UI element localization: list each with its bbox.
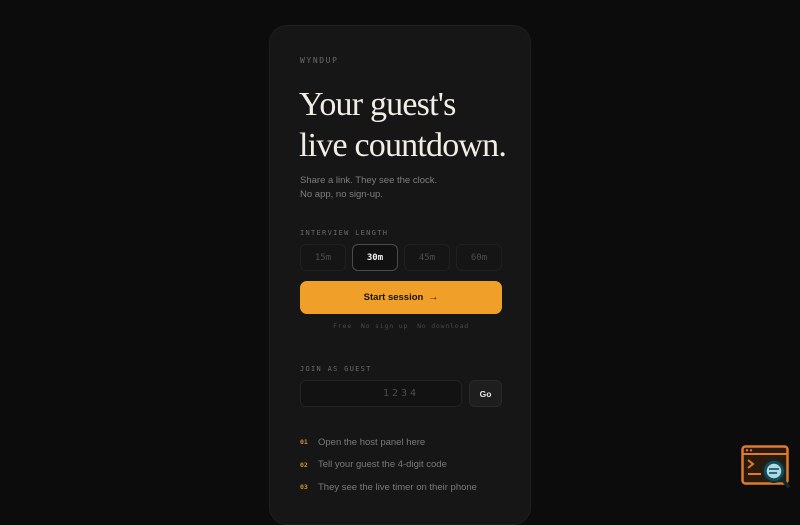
session-card: WYNDUP Your guest's live countdown. Shar… (269, 25, 531, 525)
step-text: Open the host panel here (318, 436, 426, 448)
terminal-search-icon[interactable] (741, 445, 791, 489)
perk-no-sign-up: No sign up (360, 322, 409, 330)
step-item: 02 Tell your guest the 4-digit code (300, 454, 502, 477)
perk-no-download: No download (417, 322, 469, 330)
title-line-2: live countdown. (299, 127, 507, 164)
step-text: Tell your guest the 4-digit code (318, 459, 447, 471)
length-option-45m[interactable]: 45m (404, 244, 450, 271)
interview-length-selector: 15m 30m 45m 60m (300, 244, 502, 272)
step-text: They see the live timer on their phone (318, 481, 477, 493)
page-title: Your guest's live countdown. (299, 84, 507, 166)
interview-length-label: INTERVIEW LENGTH (300, 229, 389, 237)
subtitle-line-2: No app, no sign-up. (300, 188, 383, 200)
length-option-30m[interactable]: 30m (352, 244, 398, 271)
length-option-15m[interactable]: 15m (300, 244, 346, 271)
subtitle: Share a link. They see the clock. No app… (300, 174, 437, 201)
step-number: 02 (300, 460, 308, 469)
guest-code-input[interactable] (300, 380, 462, 407)
go-button[interactable]: Go (469, 380, 502, 407)
title-line-1: Your guest's (299, 86, 456, 123)
step-number: 03 (300, 483, 308, 492)
join-as-guest-label: JOIN AS GUEST (300, 365, 372, 373)
step-item: 01 Open the host panel here (300, 431, 502, 454)
step-item: 03 They see the live timer on their phon… (300, 476, 502, 499)
start-session-label: Start session (363, 292, 424, 303)
start-session-button[interactable]: Start session → (300, 281, 502, 314)
brand-logo: WYNDUP (300, 56, 339, 65)
perk-free: Free (333, 322, 352, 330)
arrow-right-icon: → (428, 292, 439, 303)
subtitle-line-1: Share a link. They see the clock. (300, 175, 438, 186)
step-number: 01 (300, 438, 308, 447)
perks-line: Free No sign up No download (300, 322, 502, 330)
length-option-60m[interactable]: 60m (456, 244, 502, 271)
how-it-works-steps: 01 Open the host panel here 02 Tell your… (300, 431, 502, 499)
